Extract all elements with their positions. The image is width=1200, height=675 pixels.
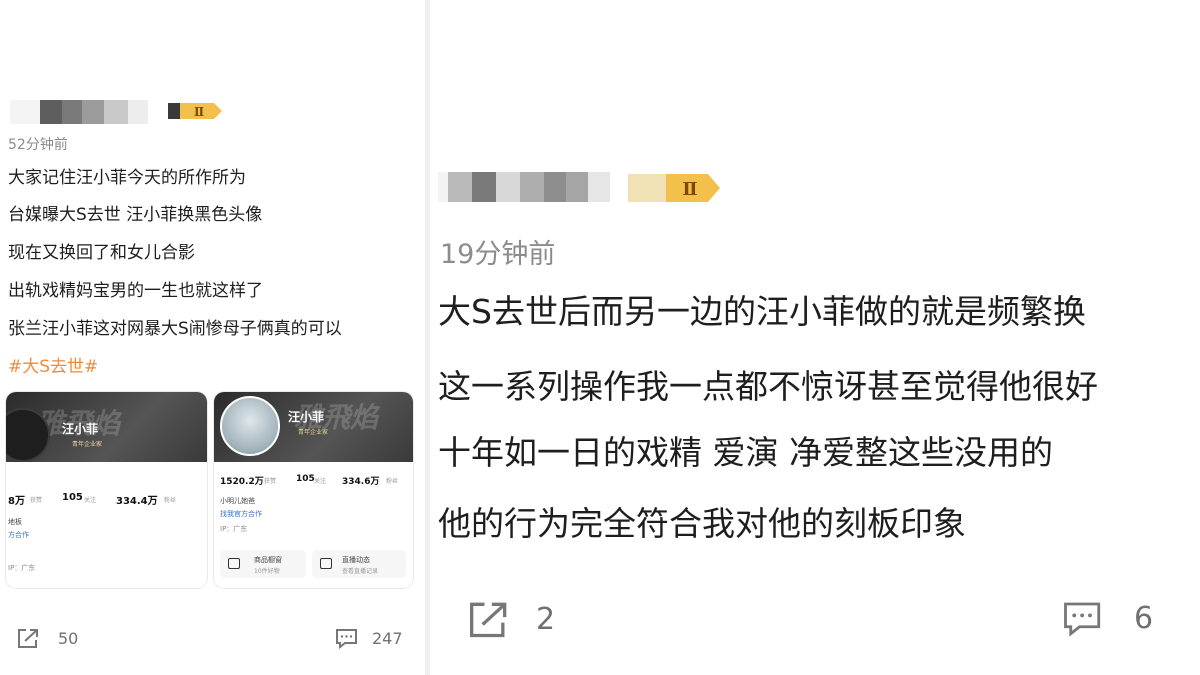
card-info: 地板	[8, 518, 22, 526]
post-time: 52分钟前	[8, 137, 68, 153]
shop-window-label: 商品橱窗	[254, 556, 282, 564]
repost-button[interactable]: 50	[16, 626, 78, 650]
repost-count: 50	[58, 628, 79, 648]
post-text-line: 出轨戏精妈宝男的一生也就这样了	[8, 281, 263, 301]
card-stat-label: 获赞	[30, 497, 43, 504]
svg-text:Ⅱ: Ⅱ	[682, 179, 697, 200]
post-text-line: 台媒曝大S去世 汪小菲换黑色头像	[8, 205, 263, 225]
live-icon	[320, 558, 332, 569]
card-info: 小明儿她爸	[220, 497, 255, 505]
repost-button[interactable]: 2	[466, 597, 555, 641]
comment-icon	[334, 626, 360, 650]
card-badge: 青年企业家	[72, 441, 103, 448]
post-time: 19分钟前	[440, 239, 556, 270]
comment-button[interactable]: 6	[1060, 597, 1153, 639]
shop-icon	[228, 558, 240, 569]
comment-button[interactable]: 247	[334, 626, 403, 650]
repost-count: 2	[536, 601, 556, 637]
vip-badge-icon: Ⅱ	[628, 172, 722, 204]
comment-icon	[1060, 597, 1106, 639]
hashtag-link[interactable]: #大S去世#	[8, 352, 98, 377]
card-info-link: 方合作	[8, 531, 29, 539]
svg-text:Ⅱ: Ⅱ	[194, 105, 204, 119]
post-text-line: 张兰汪小菲这对网暴大S闹惨母子俩真的可以	[8, 319, 342, 339]
card-badge: 青年企业家	[298, 429, 329, 436]
post-text-line: 这一系列操作我一点都不惊讶甚至觉得他很好	[438, 367, 1098, 406]
shop-window-sub: 10件好物	[254, 568, 280, 575]
card-info: IP：广东	[8, 564, 36, 572]
comment-count: 6	[1134, 600, 1154, 636]
card-info: IP：广东	[220, 525, 248, 533]
card-stat-value: 105	[62, 492, 83, 503]
post-text-line: 他的行为完全符合我对他的刻板印象	[438, 504, 966, 543]
card-stat-value: 8万	[8, 496, 25, 507]
card-stat-label: 关注	[84, 497, 97, 504]
profile-screenshot-card[interactable]: 雅飛焰 汪小菲 青年企业家 1520.2万 获赞 105 关注 334.6万 粉…	[214, 392, 413, 588]
right-post: Ⅱ 19分钟前 大S去世后而另一边的汪小菲做的就是频繁换 这一系列操作我一点都不…	[430, 0, 1200, 675]
card-stat-label: 关注	[314, 478, 327, 485]
card-stat-value: 334.4万	[116, 496, 158, 507]
post-text-line: 现在又换回了和女儿合影	[8, 243, 195, 263]
shop-window-button[interactable]: 商品橱窗 10件好物	[220, 550, 306, 578]
card-stat-label: 获赞	[264, 478, 277, 485]
live-feed-sub: 查看直播记录	[342, 568, 379, 575]
live-feed-label: 直播动态	[342, 556, 370, 564]
card-info-link: 找我官方合作	[220, 510, 262, 518]
post-text-line: 十年如一日的戏精 爱演 净爱整这些没用的	[438, 433, 1053, 472]
left-post: Ⅱ 52分钟前 大家记住汪小菲今天的所作所为 台媒曝大S去世 汪小菲换黑色头像 …	[0, 0, 425, 675]
avatar	[220, 396, 280, 456]
card-username: 汪小菲	[62, 422, 99, 436]
card-stat-value: 1520.2万	[220, 477, 264, 487]
profile-screenshot-card[interactable]: 雅飛焰 汪小菲 青年企业家 8万 获赞 105 关注 334.4万 粉丝 地板 …	[6, 392, 207, 588]
vip-badge-icon: Ⅱ	[168, 101, 222, 121]
post-text-line: 大S去世后而另一边的汪小菲做的就是频繁换	[438, 292, 1086, 331]
username-blurred[interactable]	[10, 100, 148, 124]
comment-count: 247	[372, 628, 403, 648]
card-username: 汪小菲	[288, 410, 325, 424]
card-stat-label: 粉丝	[386, 478, 399, 485]
repost-icon	[16, 626, 42, 650]
card-stat-label: 粉丝	[164, 497, 177, 504]
card-stat-value: 105	[296, 474, 315, 484]
username-blurred[interactable]	[438, 172, 610, 202]
live-feed-button[interactable]: 直播动态 查看直播记录	[312, 550, 406, 578]
repost-icon	[466, 597, 514, 641]
card-stat-value: 334.6万	[342, 477, 380, 487]
post-text-line: 大家记住汪小菲今天的所作所为	[8, 168, 246, 188]
